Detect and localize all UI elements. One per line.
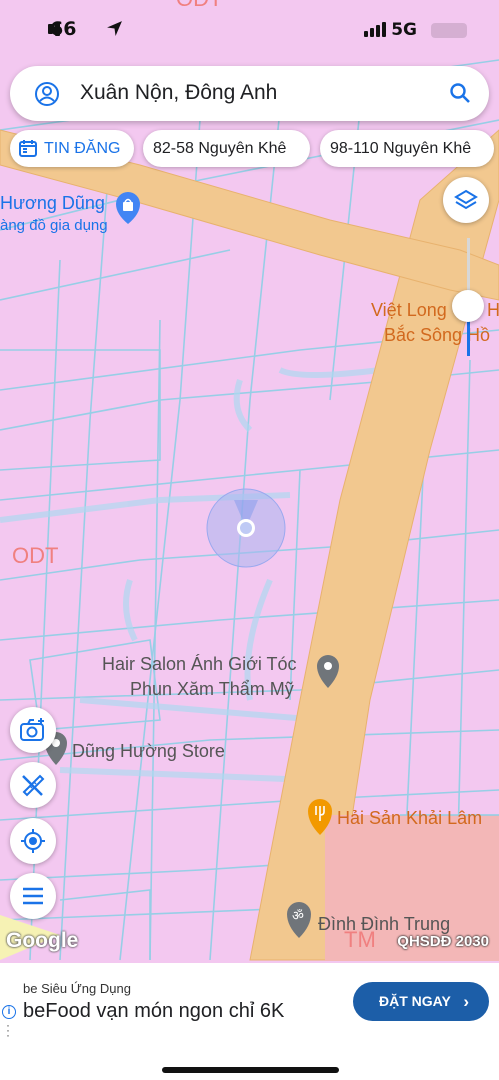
poi-sublabel: Phun Xăm Thẩm Mỹ bbox=[130, 679, 294, 699]
location-arrow-icon bbox=[106, 20, 123, 42]
camera-add-icon bbox=[20, 718, 44, 741]
locate-button[interactable] bbox=[10, 818, 56, 864]
menu-icon bbox=[23, 887, 43, 905]
ruler-pencil-icon bbox=[22, 774, 45, 797]
camera-button[interactable] bbox=[10, 707, 56, 753]
menu-button[interactable] bbox=[10, 873, 56, 919]
poi-sublabel: Bắc Sông Hồ bbox=[384, 324, 490, 345]
zone-label: ODT bbox=[12, 543, 58, 568]
slider-track bbox=[467, 238, 470, 294]
more-options-icon[interactable]: · · · bbox=[6, 1019, 10, 1041]
poi-label: Việt Long bbox=[371, 300, 447, 320]
poi-label: Hương Dũng bbox=[0, 193, 105, 213]
ad-sponsor: be Siêu Ứng Dụng bbox=[23, 981, 131, 996]
cta-label: ĐẶT NGAY bbox=[379, 993, 451, 1009]
battery-icon bbox=[431, 23, 467, 38]
search-icon[interactable] bbox=[449, 82, 471, 109]
ad-cta-button[interactable]: ĐẶT NGAY › bbox=[353, 982, 489, 1021]
chip-address[interactable]: 82-58 Nguyên Khê bbox=[143, 130, 310, 167]
chip-tin-dang[interactable]: TIN ĐĂNG bbox=[10, 130, 134, 167]
calendar-icon bbox=[19, 140, 37, 157]
chip-label: TIN ĐĂNG bbox=[44, 140, 121, 157]
record-dot-icon bbox=[48, 22, 68, 41]
ad-headline: beFood vạn món ngon chỉ 6K bbox=[23, 1000, 285, 1022]
chip-label: 98-110 Nguyên Khê bbox=[330, 140, 472, 157]
signal-icon bbox=[364, 22, 386, 37]
poi-label: Hải Sản Khải Lâm bbox=[337, 808, 482, 828]
status-bar: 66 5G bbox=[0, 0, 499, 58]
layers-button[interactable] bbox=[443, 177, 489, 223]
plan-layer-label: QHSDĐ 2030 bbox=[397, 933, 489, 950]
network-type: 5G bbox=[391, 20, 417, 40]
info-icon[interactable]: i bbox=[2, 1005, 16, 1019]
ad-banner[interactable]: i · · · be Siêu Ứng Dụng beFood vạn món ng… bbox=[0, 963, 499, 1041]
poi-label: H bbox=[487, 300, 499, 320]
current-location-marker bbox=[206, 488, 286, 568]
account-icon[interactable] bbox=[34, 81, 60, 112]
chevron-right-icon: › bbox=[463, 992, 469, 1011]
my-location-icon bbox=[21, 829, 45, 853]
layers-icon bbox=[454, 189, 478, 210]
poi-sublabel: àng đồ gia dụng bbox=[0, 217, 108, 234]
search-bar[interactable]: Xuân Nộn, Đông Anh bbox=[10, 66, 489, 121]
measure-button[interactable] bbox=[10, 762, 56, 808]
poi-label: Dũng Hường Store bbox=[72, 741, 225, 761]
opacity-slider[interactable] bbox=[452, 238, 484, 356]
slider-handle[interactable] bbox=[452, 290, 484, 322]
poi-label: Hair Salon Ánh Giới Tóc bbox=[102, 654, 297, 674]
search-query[interactable]: Xuân Nộn, Đông Anh bbox=[80, 81, 277, 105]
poi-label: Đình Đình Trung bbox=[318, 914, 450, 934]
google-logo: Google bbox=[6, 929, 79, 952]
chip-label: 82-58 Nguyên Khê bbox=[153, 140, 287, 157]
svg-text:ॐ: ॐ bbox=[292, 909, 304, 924]
home-indicator-area bbox=[0, 1039, 499, 1080]
home-indicator[interactable] bbox=[162, 1067, 339, 1073]
chip-address[interactable]: 98-110 Nguyên Khê bbox=[320, 130, 494, 167]
